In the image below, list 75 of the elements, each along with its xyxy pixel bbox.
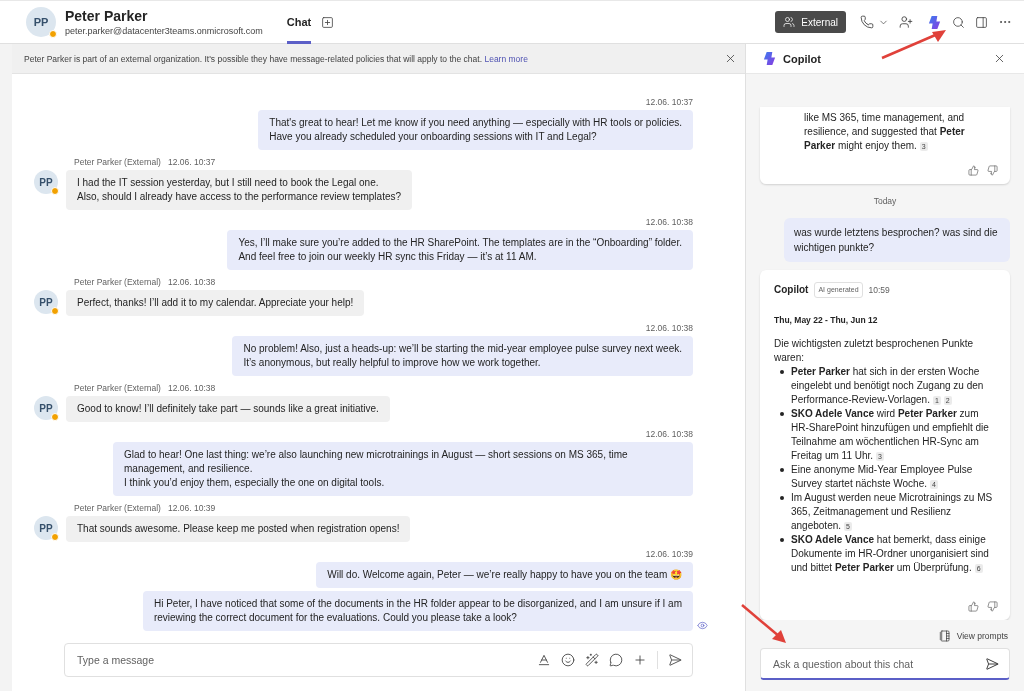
people-icon [783,16,796,28]
external-button[interactable]: External [775,11,846,33]
response-time: 10:59 [868,284,890,297]
send-icon[interactable] [668,653,682,667]
rewrite-icon[interactable] [585,653,599,667]
contact-email: peter.parker@datacenter3teams.onmicrosoft.com [65,26,263,36]
user-avatar: PP [34,170,58,194]
thumbs-up-icon[interactable] [968,601,979,612]
copilot-icon[interactable] [762,51,777,66]
annotation-arrow [740,603,788,645]
response-intro: Die wichtigsten zuletzt besprochenen Punkte waren: [774,337,974,365]
message-meta: 12.06. 10:38 [645,323,693,333]
message-bubble: Glad to hear! One last thing: we’re also launching new microtrainings in August — short sessions on MS 365, time management, and resilience. I think you’d enjoy them, especially the one on digital tools. [113,442,693,496]
user-avatar: PP [26,7,56,37]
date-range: Thu, May 22 - Thu, Jun 12 [774,314,879,327]
status-dot [51,413,59,421]
copilot-title: Copilot [783,52,822,65]
message-meta: 12.06. 10:38 [645,429,693,439]
status-dot [51,533,59,541]
user-avatar: PP [34,290,58,314]
message-bubble: I had the IT session yesterday, but I still need to book the Legal one. Also, should I already have access to the performance review templates? [66,170,413,210]
send-icon[interactable] [985,656,999,671]
banner-text: Peter Parker is part of an external organization. It's possible they have message-related policies that will apply to the chat. Learn more [24,53,529,64]
add-tab-icon[interactable] [321,15,335,29]
status-dot [51,307,59,315]
message-bubble: That's great to hear! Let me know if you need anything — especially with HR tools or policies. Have you already scheduled your onboarding sessions with IT and Legal? [258,110,693,150]
thumbs-up-icon[interactable] [968,165,979,176]
people-icon[interactable] [899,15,913,29]
message-bubble: Perfect, thanks! I’ll add it to my calendar. Appreciate your help! [66,290,365,316]
contact-name: Peter Parker [65,8,149,24]
loop-icon[interactable] [609,653,623,667]
side-panel-icon[interactable] [975,15,988,29]
thumbs-down-icon[interactable] [987,601,998,612]
message-bubble: No problem! Also, just a heads-up: we’ll be starting the mid-year employee pulse survey next week. It’s anonymous, but really helpful to improve how we work together. [232,336,693,376]
phone-icon[interactable] [860,15,874,29]
message-bubble: Will do. Welcome again, Peter — we’re really happy to have you on the team 🤩 [316,562,693,588]
bullet-dot [780,370,784,374]
bullet-dot [780,496,784,500]
response-author: Copilot [774,283,809,297]
bullet-dot [780,538,784,542]
message-meta: Peter Parker (External) 12.06. 10:37 [74,157,216,167]
prompt-bubble: was wurde letztens besprochen? was sind die wichtigen punkte? [784,218,1010,262]
copilot-icon[interactable] [927,14,942,30]
message-meta: Peter Parker (External) 12.06. 10:38 [74,277,216,287]
annotation-arrow [880,28,948,60]
format-icon[interactable] [537,653,551,667]
message-bubble: Hi Peter, I have noticed that some of the documents in the HR folder appear to be disorganized, and I am unsure if I am reviewing the correct document for the evaluations. Could you please take a look? [142,591,693,631]
message-meta: Peter Parker (External) 12.06. 10:38 [74,383,216,393]
message-meta: Peter Parker (External) 12.06. 10:39 [74,503,216,513]
thumbs-down-icon[interactable] [987,165,998,176]
message-bubble: That sounds awesome. Please keep me posted when registration opens! [66,516,411,542]
close-icon[interactable] [993,52,1006,65]
message-meta: 12.06. 10:37 [645,97,693,107]
bullet-dot [780,468,784,472]
learn-more-link[interactable]: Learn more [484,53,528,64]
message-bubble: Good to know! I’ll definitely take part — sounds like a great initiative. [66,396,390,422]
date-divider: Today [872,196,898,206]
copilot-input[interactable]: Ask a question about this chat [760,648,1010,680]
user-avatar: PP [34,516,58,540]
prompts-icon[interactable] [938,630,951,642]
search-icon[interactable] [952,15,965,29]
user-avatar: PP [34,396,58,420]
message-meta: 12.06. 10:39 [645,549,693,559]
bullet-dot [780,412,784,416]
view-prompts-link[interactable]: View prompts [956,631,1008,641]
message-bubble: Yes, I’ll make sure you’re added to the HR SharePoint. The templates are in the “Onboarding” folder. And feel free to join our weekly HR sync this Friday — it’s at 11 AM. [227,230,693,270]
message-input[interactable]: Type a message [75,653,527,667]
status-dot [49,30,57,38]
emoji-icon[interactable] [561,653,575,667]
status-dot [51,187,59,195]
close-icon[interactable] [724,52,737,65]
seen-icon [697,620,708,631]
question-input[interactable]: Ask a question about this chat [771,656,985,671]
message-composer[interactable]: Type a message [64,643,693,677]
message-meta: 12.06. 10:38 [645,217,693,227]
